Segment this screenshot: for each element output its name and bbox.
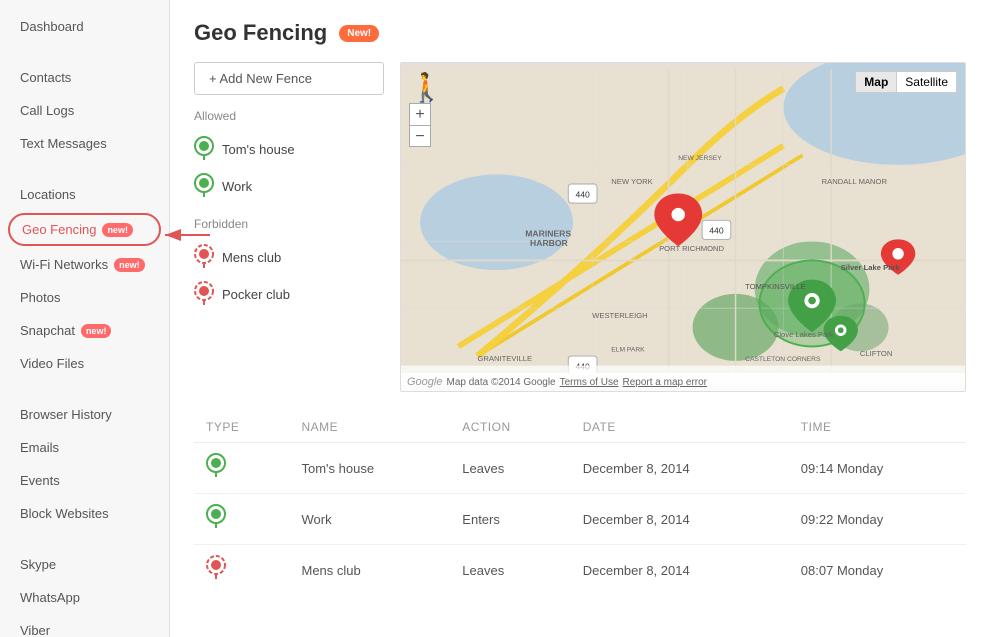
svg-text:CASTLETON CORNERS: CASTLETON CORNERS	[745, 356, 821, 363]
table-row: Work Enters December 8, 2014 09:22 Monda…	[194, 494, 966, 545]
sidebar-item-emails[interactable]: Emails	[0, 431, 169, 464]
svg-text:440: 440	[709, 226, 724, 236]
fence-item-toms-house[interactable]: Tom's house	[194, 131, 384, 168]
add-fence-button[interactable]: + Add New Fence	[194, 62, 384, 95]
svg-text:RANDALL MANOR: RANDALL MANOR	[822, 177, 888, 186]
date-3: December 8, 2014	[571, 545, 789, 596]
fence-item-mens-club[interactable]: Mens club	[194, 239, 384, 276]
allowed-label: Allowed	[194, 109, 384, 123]
map-zoom: + −	[409, 103, 431, 147]
sidebar-item-browser-history[interactable]: Browser History	[0, 398, 169, 431]
sidebar-item-video-files[interactable]: Video Files	[0, 347, 169, 380]
page-header: Geo Fencing New!	[194, 20, 966, 46]
svg-text:Silver Lake Park: Silver Lake Park	[841, 263, 901, 272]
col-action: ACTION	[450, 412, 570, 443]
wifi-badge: new!	[114, 258, 145, 272]
svg-text:NEW YORK: NEW YORK	[611, 177, 652, 186]
forbidden-pin-icon	[194, 244, 214, 271]
report-link[interactable]: Report a map error	[623, 377, 707, 388]
svg-text:GRANITEVILLE: GRANITEVILLE	[477, 354, 532, 363]
name-2: Work	[289, 494, 450, 545]
time-2: 09:22 Monday	[789, 494, 966, 545]
sidebar-item-snapchat[interactable]: Snapchat new!	[0, 314, 169, 347]
svg-text:WESTERLEIGH: WESTERLEIGH	[592, 311, 648, 320]
action-3: Leaves	[450, 545, 570, 596]
action-1: Leaves	[450, 443, 570, 494]
sidebar-item-geo-fencing[interactable]: Geo Fencing new!	[8, 213, 161, 246]
svg-text:CLIFTON: CLIFTON	[860, 349, 892, 358]
type-icon-1	[194, 443, 289, 494]
person-icon: 🚶	[409, 71, 444, 104]
table-row: Tom's house Leaves December 8, 2014 09:1…	[194, 443, 966, 494]
forbidden-section: Forbidden Mens club	[194, 217, 384, 313]
map-background: 440 440 440 MARINERS HARBOR NEW YORK NEW…	[401, 63, 965, 391]
forbidden-pin-icon-2	[194, 281, 214, 308]
sidebar-item-dashboard[interactable]: Dashboard	[0, 10, 169, 43]
action-2: Enters	[450, 494, 570, 545]
table-row: Mens club Leaves December 8, 2014 08:07 …	[194, 545, 966, 596]
date-1: December 8, 2014	[571, 443, 789, 494]
map-button[interactable]: Map	[855, 71, 896, 93]
sidebar: Dashboard Contacts Call Logs Text Messag…	[0, 0, 170, 637]
svg-text:MARINERS: MARINERS	[525, 229, 571, 239]
col-name: NAME	[289, 412, 450, 443]
sidebar-item-photos[interactable]: Photos	[0, 281, 169, 314]
time-1: 09:14 Monday	[789, 443, 966, 494]
time-3: 08:07 Monday	[789, 545, 966, 596]
map-data-text: Map data ©2014 Google	[446, 377, 555, 388]
type-icon-2	[194, 494, 289, 545]
terms-link[interactable]: Terms of Use	[560, 377, 619, 388]
zoom-in-button[interactable]: +	[409, 103, 431, 125]
col-type: TYPE	[194, 412, 289, 443]
sidebar-item-events[interactable]: Events	[0, 464, 169, 497]
zoom-out-button[interactable]: −	[409, 125, 431, 147]
sidebar-item-wifi-networks[interactable]: Wi-Fi Networks new!	[0, 248, 169, 281]
name-1: Tom's house	[289, 443, 450, 494]
snapchat-badge: new!	[81, 324, 112, 338]
map-controls: Map Satellite	[855, 71, 957, 93]
svg-text:Clove Lakes Park: Clove Lakes Park	[774, 330, 834, 339]
sidebar-item-call-logs[interactable]: Call Logs	[0, 94, 169, 127]
type-icon-3	[194, 545, 289, 596]
svg-text:PORT RICHMOND: PORT RICHMOND	[659, 244, 724, 253]
page-title: Geo Fencing	[194, 20, 327, 46]
sidebar-item-viber[interactable]: Viber	[0, 614, 169, 637]
allowed-pin-icon	[194, 136, 214, 163]
svg-text:NEW JERSEY: NEW JERSEY	[678, 155, 722, 162]
new-badge: New!	[339, 25, 379, 42]
forbidden-label: Forbidden	[194, 217, 384, 231]
svg-text:HARBOR: HARBOR	[530, 238, 569, 248]
svg-text:TOMPKINSVILLE: TOMPKINSVILLE	[745, 282, 805, 291]
allowed-pin-icon-2	[194, 173, 214, 200]
sidebar-item-whatsapp[interactable]: WhatsApp	[0, 581, 169, 614]
fence-item-pocker-club[interactable]: Pocker club	[194, 276, 384, 313]
left-panel: + Add New Fence Allowed Tom's house	[194, 62, 384, 392]
date-2: December 8, 2014	[571, 494, 789, 545]
geo-fencing-badge: new!	[102, 223, 133, 237]
map-footer: Google Map data ©2014 Google Terms of Us…	[401, 373, 965, 391]
main-content: Geo Fencing New! + Add New Fence Allowed…	[170, 0, 990, 637]
top-section: + Add New Fence Allowed Tom's house	[194, 62, 966, 392]
satellite-button[interactable]: Satellite	[896, 71, 957, 93]
svg-text:ELM PARK: ELM PARK	[611, 346, 645, 353]
google-logo: Google	[407, 376, 442, 388]
name-3: Mens club	[289, 545, 450, 596]
col-time: TIME	[789, 412, 966, 443]
sidebar-item-block-websites[interactable]: Block Websites	[0, 497, 169, 530]
activity-table: TYPE NAME ACTION DATE TIME Tom's house L…	[194, 412, 966, 595]
col-date: DATE	[571, 412, 789, 443]
svg-text:440: 440	[575, 189, 590, 199]
sidebar-item-locations[interactable]: Locations	[0, 178, 169, 211]
map-container: 440 440 440 MARINERS HARBOR NEW YORK NEW…	[400, 62, 966, 392]
sidebar-item-skype[interactable]: Skype	[0, 548, 169, 581]
sidebar-item-text-messages[interactable]: Text Messages	[0, 127, 169, 160]
sidebar-item-contacts[interactable]: Contacts	[0, 61, 169, 94]
fence-item-work[interactable]: Work	[194, 168, 384, 205]
